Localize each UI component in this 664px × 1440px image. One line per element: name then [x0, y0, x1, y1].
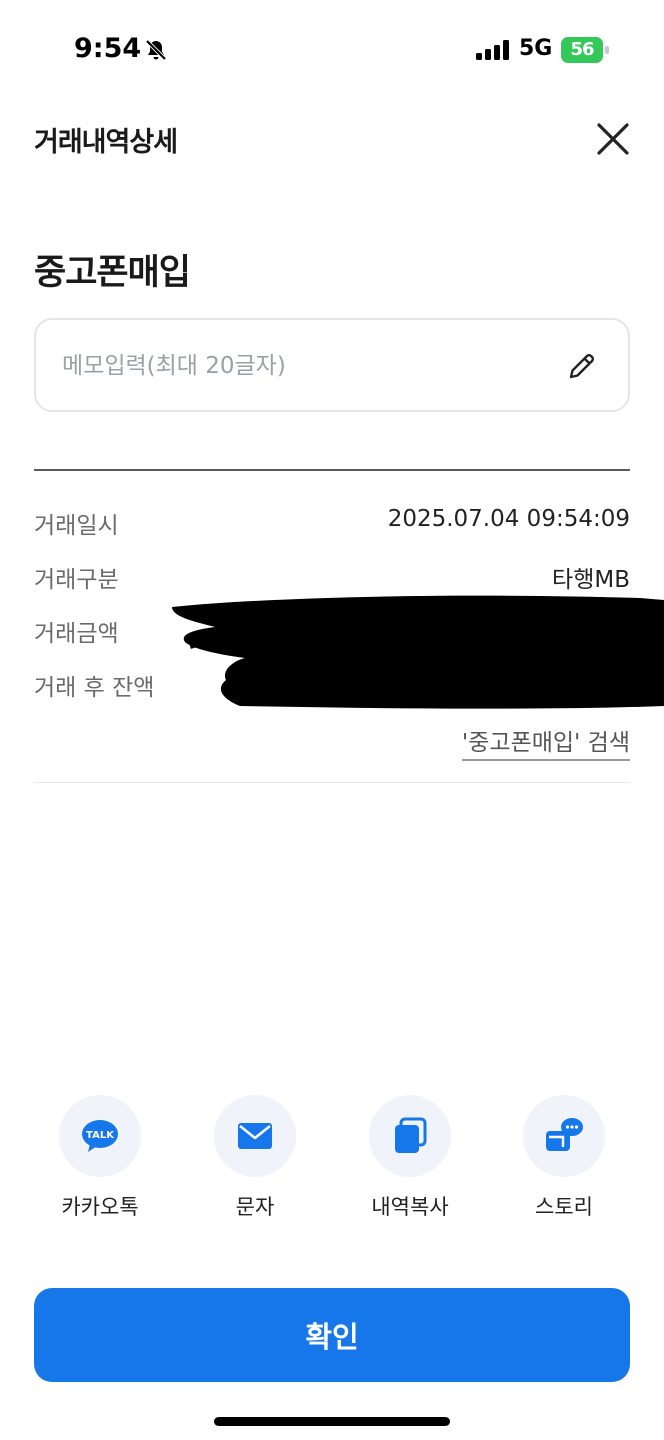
icon-circle [523, 1095, 605, 1177]
cellular-signal-icon [476, 40, 509, 60]
detail-row-type: 거래구분 타행MB [34, 560, 630, 594]
detail-value: 2025.07.04 09:54:09 [387, 506, 630, 532]
share-story-button[interactable]: 스토리 [504, 1095, 624, 1225]
memo-input[interactable] [62, 346, 542, 386]
share-label: 스토리 [535, 1195, 593, 1219]
detail-row-date: 거래일시 2025.07.04 09:54:09 [34, 506, 630, 540]
svg-text:TALK: TALK [86, 1130, 115, 1141]
detail-label: 거래일시 [34, 513, 119, 539]
section-divider [34, 469, 630, 471]
memo-field[interactable] [34, 318, 630, 412]
copy-icon [395, 1117, 427, 1153]
share-kakaotalk-button[interactable]: TALK 카카오톡 [40, 1095, 160, 1225]
share-sms-button[interactable]: 문자 [195, 1095, 315, 1225]
mail-icon [238, 1123, 272, 1149]
network-type: 5G [519, 36, 553, 61]
battery-cap [605, 46, 609, 54]
transaction-title: 중고폰매입 [34, 253, 191, 293]
copy-history-button[interactable]: 내역복사 [350, 1095, 470, 1225]
close-icon[interactable] [592, 118, 634, 160]
pencil-icon[interactable] [566, 350, 598, 382]
section-divider [34, 782, 630, 783]
search-transaction-link[interactable]: '중고폰매입' 검색 [461, 723, 630, 761]
detail-value: 타행MB [552, 567, 630, 593]
detail-label: 거래구분 [34, 567, 119, 593]
transaction-detail-screen: 9:54 5G 56 거래내역상세 중고폰매입 거래일시 2025.07.04 … [0, 0, 664, 1440]
icon-circle [369, 1095, 451, 1177]
header-title: 거래내역상세 [34, 127, 178, 158]
icon-circle: TALK [59, 1095, 141, 1177]
icon-circle [214, 1095, 296, 1177]
battery-icon: 56 [561, 37, 611, 63]
detail-row-balance: 거래 후 잔액 [34, 668, 630, 702]
status-time: 9:54 [74, 33, 142, 64]
share-label: 카카오톡 [61, 1195, 139, 1219]
story-icon [546, 1118, 583, 1151]
kakaotalk-icon: TALK [82, 1120, 118, 1152]
share-label: 문자 [235, 1195, 275, 1219]
bell-muted-icon [145, 39, 167, 61]
detail-row-amount: 거래금액 [34, 614, 630, 648]
share-label: 내역복사 [371, 1195, 449, 1219]
confirm-button[interactable]: 확인 [34, 1288, 630, 1382]
detail-label: 거래금액 [34, 621, 119, 647]
detail-label: 거래 후 잔액 [34, 675, 155, 701]
home-indicator [214, 1417, 450, 1426]
battery-level: 56 [561, 37, 603, 63]
